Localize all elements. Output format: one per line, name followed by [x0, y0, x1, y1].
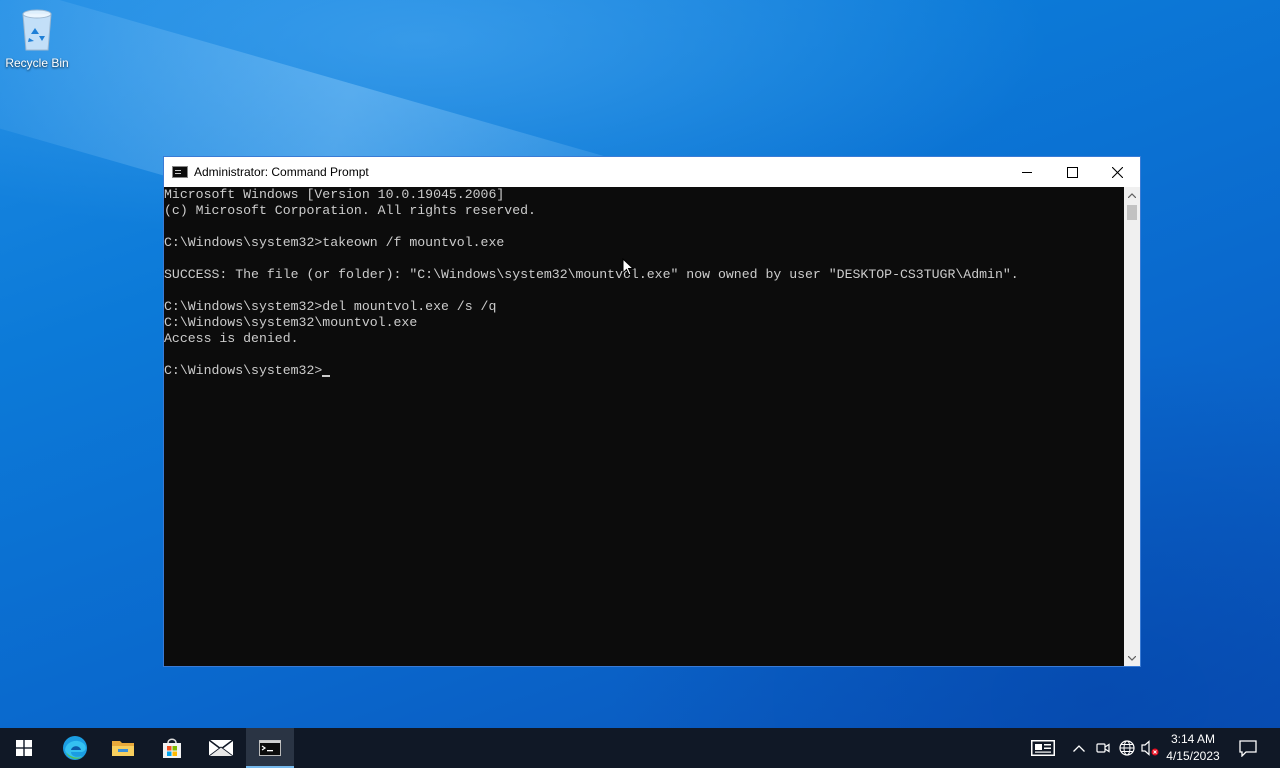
action-center-button[interactable]: [1236, 738, 1260, 758]
taskbar-store[interactable]: [148, 728, 196, 768]
chevron-up-icon: [1128, 192, 1136, 198]
console-line: Microsoft Windows [Version 10.0.19045.20…: [164, 187, 505, 202]
recycle-bin-icon: [22, 9, 52, 51]
taskbar-edge[interactable]: [51, 728, 99, 768]
mail-icon: [208, 739, 234, 757]
network-button[interactable]: [1117, 738, 1137, 758]
meet-now-button[interactable]: [1094, 738, 1112, 758]
taskbar: 3:14 AM 4/15/2023: [0, 728, 1280, 768]
prompt-text: C:\Windows\system32>: [164, 363, 323, 378]
console-line: C:\Windows\system32>del mountvol.exe /s …: [164, 299, 497, 314]
taskbar-command-prompt[interactable]: [246, 728, 294, 768]
console-output[interactable]: Microsoft Windows [Version 10.0.19045.20…: [164, 187, 1124, 666]
meet-now-icon: [1096, 743, 1110, 753]
scroll-thumb[interactable]: [1127, 205, 1137, 220]
start-button[interactable]: [0, 728, 48, 768]
volume-button[interactable]: [1140, 738, 1160, 758]
vertical-scrollbar[interactable]: [1124, 187, 1140, 666]
windows-start-icon: [16, 740, 32, 756]
store-icon: [163, 738, 181, 758]
volume-muted-icon: [1141, 740, 1159, 756]
clock-time: 3:14 AM: [1170, 732, 1216, 746]
command-prompt-window[interactable]: Administrator: Command Prompt Microsoft …: [163, 156, 1141, 667]
scroll-down-button[interactable]: [1124, 650, 1140, 666]
console-line: C:\Windows\system32>takeown /f mountvol.…: [164, 235, 505, 250]
folder-icon: [112, 741, 134, 756]
show-hidden-icons-button[interactable]: [1070, 738, 1088, 758]
news-icon: [1031, 740, 1055, 756]
cmd-icon: [172, 166, 188, 178]
maximize-button[interactable]: [1049, 157, 1095, 187]
desktop-icon-label: Recycle Bin: [5, 56, 69, 70]
taskbar-file-explorer[interactable]: [99, 728, 147, 768]
command-prompt-line[interactable]: C:\Windows\system32>: [164, 363, 1124, 379]
console-line: C:\Windows\system32\mountvol.exe: [164, 315, 418, 330]
minimize-icon: [1022, 171, 1032, 173]
minimize-button[interactable]: [1004, 157, 1050, 187]
news-interests-button[interactable]: [1030, 738, 1056, 758]
text-cursor: [322, 375, 331, 377]
console-line: SUCCESS: The file (or folder): "C:\Windo…: [164, 267, 1019, 282]
scroll-up-button[interactable]: [1124, 187, 1140, 203]
clock-date: 4/15/2023: [1166, 749, 1220, 763]
cmd-icon: [259, 740, 281, 756]
desktop-icon-recycle-bin[interactable]: Recycle Bin: [2, 6, 72, 74]
network-globe-icon: [1119, 740, 1135, 756]
chevron-down-icon: [1128, 655, 1136, 661]
window-title: Administrator: Command Prompt: [194, 165, 369, 179]
mouse-pointer-icon: [622, 258, 634, 276]
edge-icon: [63, 736, 87, 760]
close-button[interactable]: [1094, 157, 1140, 187]
close-icon: [1111, 166, 1123, 178]
title-bar[interactable]: Administrator: Command Prompt: [164, 157, 1140, 187]
console-line: Access is denied.: [164, 331, 299, 346]
taskbar-mail[interactable]: [197, 728, 245, 768]
maximize-icon: [1066, 166, 1078, 178]
console-line: (c) Microsoft Corporation. All rights re…: [164, 203, 536, 218]
chevron-up-icon: [1073, 744, 1085, 752]
notification-icon: [1239, 739, 1257, 757]
clock[interactable]: 3:14 AM 4/15/2023: [1162, 731, 1224, 765]
